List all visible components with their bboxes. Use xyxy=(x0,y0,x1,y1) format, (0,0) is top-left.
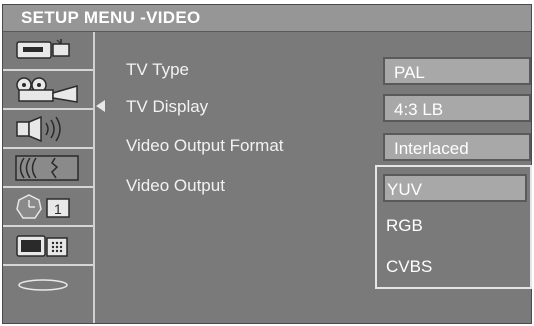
video-output-format-label: Video Output Format xyxy=(126,136,284,155)
active-item-pointer xyxy=(96,100,105,112)
sidebar: 1 xyxy=(3,32,95,323)
general-setup-icon xyxy=(16,39,70,59)
tv-type-value[interactable]: PAL xyxy=(383,57,531,85)
sidebar-item-display[interactable] xyxy=(3,227,93,266)
disc-icon xyxy=(18,279,68,291)
dropdown-option-yuv[interactable]: YUV xyxy=(383,174,527,202)
menu-title: SETUP MENU -VIDEO xyxy=(21,8,201,27)
sidebar-item-audio[interactable] xyxy=(3,110,93,149)
video-output-label: Video Output xyxy=(126,176,225,195)
sidebar-item-disc[interactable] xyxy=(3,266,93,323)
clock-badge: 1 xyxy=(54,201,62,217)
title-bar: SETUP MENU -VIDEO xyxy=(3,5,531,32)
dropdown-option-cvbs[interactable]: CVBS xyxy=(386,257,432,277)
sidebar-item-video[interactable] xyxy=(3,71,93,110)
clock-icon: 1 xyxy=(16,194,70,219)
video-output-format-value[interactable]: Interlaced xyxy=(383,133,531,161)
video-output-format-value-text: Interlaced xyxy=(394,139,469,158)
tv-type-label: TV Type xyxy=(126,60,189,79)
tv-display-value[interactable]: 4:3 LB xyxy=(383,94,531,122)
sidebar-item-general[interactable] xyxy=(3,32,93,71)
dropdown-option-yuv-label: YUV xyxy=(387,180,422,199)
sidebar-item-speaker-setup[interactable] xyxy=(3,149,93,188)
tv-display-label: TV Display xyxy=(126,97,209,116)
audio-wave-icon xyxy=(15,155,79,181)
video-output-dropdown: YUV RGB CVBS xyxy=(375,165,532,289)
setup-menu-window: SETUP MENU -VIDEO 1 TV Type PAL TV Displ… xyxy=(2,4,532,324)
tv-display-value-text: 4:3 LB xyxy=(394,100,444,119)
tv-type-value-text: PAL xyxy=(394,63,425,82)
tv-screen-icon xyxy=(16,235,68,257)
speaker-icon xyxy=(16,115,61,143)
video-camera-icon xyxy=(16,77,78,103)
dropdown-option-rgb[interactable]: RGB xyxy=(386,216,423,236)
sidebar-item-timer[interactable]: 1 xyxy=(3,188,93,227)
